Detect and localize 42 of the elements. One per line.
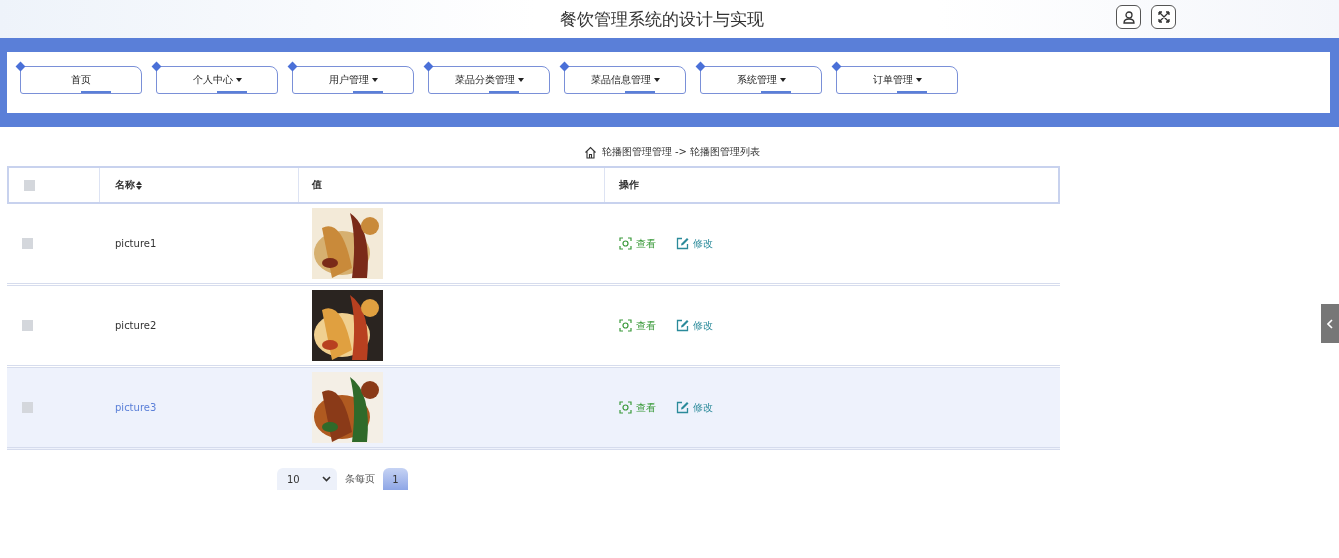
nav-menu-item[interactable]: 菜品分类管理 bbox=[428, 66, 550, 94]
chevron-down-icon bbox=[322, 476, 331, 482]
search-icon bbox=[619, 237, 632, 250]
nav-menu-item[interactable]: 首页 bbox=[20, 66, 142, 94]
checkbox[interactable] bbox=[22, 402, 33, 413]
edit-button[interactable]: 修改 bbox=[676, 318, 713, 333]
search-icon bbox=[619, 401, 632, 414]
checkbox[interactable] bbox=[22, 320, 33, 331]
fullscreen-icon bbox=[1156, 10, 1171, 24]
view-button[interactable]: 查看 bbox=[619, 318, 656, 333]
table-cell: picture2 bbox=[115, 320, 157, 331]
edit-button[interactable]: 修改 bbox=[676, 400, 713, 415]
sort-icon bbox=[136, 180, 142, 190]
nav-menu-item[interactable]: 个人中心 bbox=[156, 66, 278, 94]
page-size-label: 条每页 bbox=[345, 472, 375, 486]
edit-icon bbox=[676, 319, 689, 332]
search-icon bbox=[619, 319, 632, 332]
side-panel-handle[interactable] bbox=[1321, 304, 1339, 343]
fullscreen-button[interactable] bbox=[1151, 5, 1176, 29]
page-title: 餐饮管理系统的设计与实现 bbox=[560, 7, 764, 31]
profile-button[interactable] bbox=[1116, 5, 1141, 29]
edit-button[interactable]: 修改 bbox=[676, 236, 713, 251]
checkbox[interactable] bbox=[24, 179, 35, 191]
nav-menu-item[interactable]: 菜品信息管理 bbox=[564, 66, 686, 94]
column-header: 值 bbox=[312, 178, 322, 192]
nav-menu-item[interactable]: 用户管理 bbox=[292, 66, 414, 94]
view-button[interactable]: 查看 bbox=[619, 236, 656, 251]
page-size-select[interactable]: 10 bbox=[277, 468, 337, 490]
table-cell: picture3 bbox=[115, 402, 157, 413]
breadcrumb-text: 轮播图管理管理 -> 轮播图管理列表 bbox=[601, 145, 761, 159]
user-icon bbox=[1121, 10, 1136, 24]
edit-icon bbox=[676, 237, 689, 250]
chevron-left-icon bbox=[1327, 318, 1333, 329]
table-cell: picture1 bbox=[115, 238, 157, 249]
column-header: 名称 bbox=[115, 178, 135, 192]
nav-menu-item[interactable]: 订单管理 bbox=[836, 66, 958, 94]
page-button[interactable]: 1 bbox=[383, 468, 408, 490]
nav-menu-item[interactable]: 系统管理 bbox=[700, 66, 822, 94]
checkbox[interactable] bbox=[22, 238, 33, 249]
home-icon bbox=[583, 145, 597, 159]
edit-icon bbox=[676, 401, 689, 414]
column-header: 操作 bbox=[619, 178, 639, 192]
